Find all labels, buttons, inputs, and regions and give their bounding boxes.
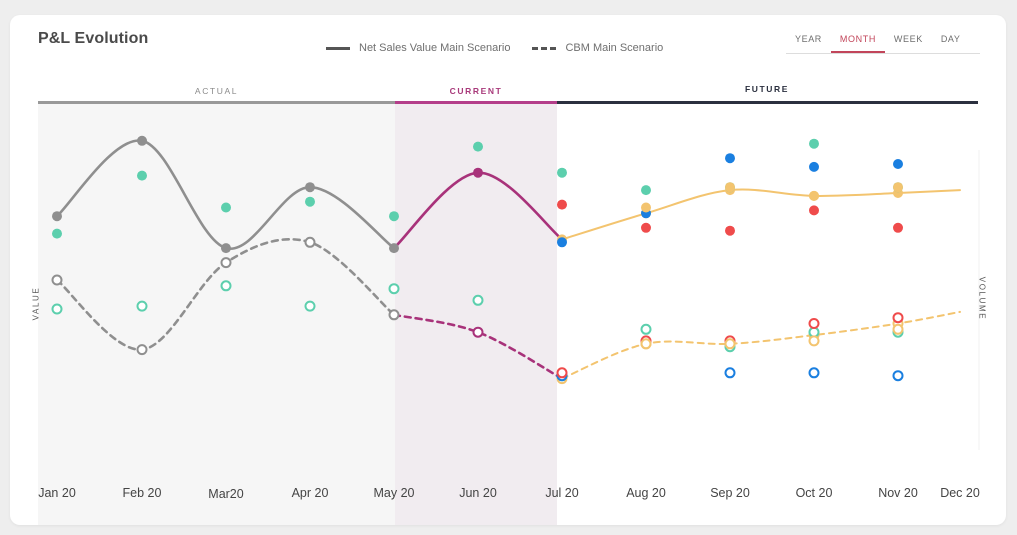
chart-plot: Jan 20 Feb 20 Mar20 Apr 20 May 20 Jun 20 Jul 2…: [38, 104, 980, 525]
marker-point-orange: [809, 190, 819, 201]
y-axis-title-right: VOLUME: [977, 276, 987, 321]
marker-point-teal: [640, 323, 652, 335]
marker-point-orange: [893, 182, 903, 193]
x-tick-label: Sep 20: [710, 486, 750, 500]
marker-point-orange: [725, 182, 735, 193]
current-period-background: [395, 104, 557, 525]
band-bar-future: [557, 101, 978, 104]
marker-point-blue: [725, 153, 735, 164]
marker-point-blue: [809, 161, 819, 172]
marker-point-teal: [304, 300, 316, 312]
marker-point-orange: [892, 323, 904, 335]
marker-point-blue: [724, 367, 736, 379]
series-point-net-sales: [473, 167, 483, 178]
x-tick-label: Nov 20: [878, 486, 918, 500]
series-point-net-sales: [221, 243, 231, 254]
x-tick-label: Feb 20: [123, 486, 162, 500]
series-point-net-sales: [137, 135, 147, 146]
series-point-net-sales: [52, 211, 62, 222]
marker-point-blue: [893, 159, 903, 169]
marker-point-teal: [220, 280, 232, 292]
series-point-cbm: [136, 344, 148, 356]
marker-point-blue: [808, 367, 820, 379]
x-tick-label: Jul 20: [545, 486, 578, 500]
marker-point-red: [557, 199, 567, 210]
marker-point-teal: [473, 141, 483, 152]
band-label-actual: ACTUAL: [194, 86, 239, 96]
marker-point-orange: [808, 335, 820, 347]
marker-point-teal: [808, 326, 820, 338]
marker-point-orange: [724, 338, 736, 350]
x-tick-label: Dec 20: [940, 486, 980, 500]
marker-point-teal: [388, 283, 400, 295]
marker-point-teal: [221, 202, 231, 213]
marker-point-red: [556, 367, 568, 379]
x-tick-label: Jan 20: [38, 486, 76, 500]
series-point-cbm: [51, 274, 63, 286]
actual-period-background: [38, 104, 395, 525]
marker-point-teal: [557, 167, 567, 178]
y-axis-title-left: VALUE: [31, 286, 41, 321]
series-point-cbm: [472, 326, 484, 338]
marker-point-teal: [641, 185, 651, 196]
x-tick-label: Mar20: [208, 487, 243, 501]
series-point-net-sales: [389, 243, 399, 254]
band-bar-current: [395, 101, 557, 104]
series-point-cbm: [304, 236, 316, 248]
marker-point-teal: [809, 138, 819, 149]
marker-point-teal: [389, 211, 399, 222]
marker-point-blue: [557, 237, 567, 248]
marker-point-teal: [52, 228, 62, 239]
marker-point-blue: [892, 370, 904, 382]
marker-point-red: [892, 312, 904, 324]
series-point-cbm: [220, 257, 232, 269]
x-tick-label: Oct 20: [796, 486, 833, 500]
marker-point-red: [641, 222, 651, 233]
series-point-cbm: [388, 309, 400, 321]
band-label-future: FUTURE: [744, 84, 790, 94]
marker-point-red: [809, 205, 819, 216]
marker-point-red: [808, 318, 820, 329]
marker-point-red: [725, 225, 735, 236]
series-point-net-sales: [305, 182, 315, 193]
x-tick-label: May 20: [374, 486, 415, 500]
marker-point-teal: [472, 294, 484, 306]
marker-point-teal: [305, 196, 315, 207]
marker-point-teal: [137, 170, 147, 181]
marker-point-teal: [51, 303, 63, 315]
marker-point-red: [893, 222, 903, 233]
band-bar-actual: [38, 101, 395, 104]
marker-point-orange: [641, 202, 651, 213]
x-tick-label: Aug 20: [626, 486, 666, 500]
x-tick-label: Apr 20: [292, 486, 329, 500]
marker-point-teal: [136, 300, 148, 312]
x-tick-label: Jun 20: [459, 486, 497, 500]
band-label-current: CURRENT: [449, 86, 503, 96]
marker-point-orange: [640, 338, 652, 350]
